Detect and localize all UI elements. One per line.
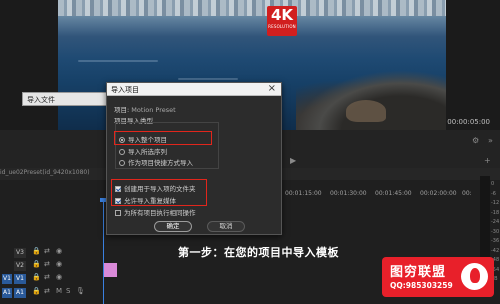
mute-icon[interactable]: M [56,287,62,295]
track-id[interactable]: A1 [14,288,26,298]
check-apply-to-all[interactable]: 为所有项目执行相同操作 [115,207,196,217]
rocks [346,100,386,122]
wave [178,78,238,80]
option-label: 作为项目快捷方式导入 [128,159,193,167]
premiere-workspace: 4K RESOLUTION 00:00:05:00 ⚙ » ▶ + id_ue0… [0,0,500,304]
project-row: 项目: Motion Preset [114,104,176,114]
badge-sub-text: RESOLUTION [268,24,296,29]
check-label: 为所有项目执行相同操作 [124,209,196,217]
watermark-qq: QQ:985303259 [390,281,453,290]
flame-logo-icon [461,263,488,290]
meter-tick: -12 [491,200,500,206]
sync-icon[interactable]: ⇄ [44,287,50,295]
track-v1[interactable]: V1 V1 🔒 ⇄ ◉ [0,272,100,285]
import-project-dialog: 导入项目 × 项目: Motion Preset 项目导入类型 导入整个项目 导… [106,82,282,235]
ruler-tick: 00:01:15:00 [285,190,322,197]
radio-icon[interactable] [119,149,125,155]
radio-icon[interactable] [119,160,125,166]
meter-tick: -42 [491,247,500,254]
ruler-tick: 00:01:30:00 [330,190,367,197]
wrench-icon[interactable]: ⚙ [472,136,479,145]
option-import-as-shortcut[interactable]: 作为项目快捷方式导入 [119,157,193,167]
highlight-box-import-option [114,131,212,145]
wave [78,60,158,62]
meter-tick: -6 [491,190,496,197]
watermark-name: 图穷联盟 [390,265,447,280]
checkbox-icon[interactable] [115,210,121,216]
meter-tick: -36 [491,238,500,244]
track-id[interactable]: V1 [14,274,26,284]
program-timecode: 00:00:05:00 [447,118,490,126]
track-v3[interactable]: V3 🔒 ⇄ ◉ [0,246,100,259]
track-target[interactable] [2,248,12,258]
background-dialog-title: 导入文件 [27,96,55,104]
sync-icon[interactable]: ⇄ [44,273,50,281]
cancel-button[interactable]: 取消 [207,221,245,232]
watermark: 图穷联盟 QQ:985303259 [382,257,494,297]
eye-icon[interactable]: ◉ [56,260,62,268]
expand-icon[interactable]: » [488,136,493,145]
option-import-selected-sequences[interactable]: 导入所选序列 [119,146,167,156]
left-panel [0,0,58,130]
ruler-tick: 00: [462,190,472,197]
project-value: Motion Preset [131,106,176,114]
meter-tick: -24 [491,219,500,225]
sequence-name[interactable]: id_ue02Preset(id_9420x1080) [0,169,90,176]
meter-tick: -18 [491,209,500,216]
city-skyline [58,0,446,16]
track-target[interactable] [2,261,12,271]
close-icon[interactable]: × [268,83,276,95]
dialog-titlebar[interactable]: 导入项目 × [107,83,281,96]
project-label: 项目: [114,106,130,114]
tutorial-caption: 第一步：在您的项目中导入模板 [178,246,339,259]
track-id[interactable]: V2 [14,261,26,271]
track-v2[interactable]: V2 🔒 ⇄ ◉ [0,259,100,272]
ruler-tick: 00:02:00:00 [420,190,457,197]
highlight-box-checkboxes [111,179,207,206]
badge-main-text: 4K [270,6,294,24]
play-icon[interactable]: ▶ [290,156,296,165]
right-panel [446,0,500,130]
lock-icon[interactable]: 🔒 [32,260,41,268]
sync-icon[interactable]: ⇄ [44,260,50,268]
solo-icon[interactable]: S [66,287,70,295]
lock-icon[interactable]: 🔒 [32,273,41,281]
track-target[interactable]: A1 [2,288,12,298]
dialog-title: 导入项目 [111,86,139,94]
lock-icon[interactable]: 🔒 [32,247,41,255]
sync-icon[interactable]: ⇄ [44,247,50,255]
4k-badge: 4K RESOLUTION [267,6,297,36]
option-label: 导入所选序列 [128,148,167,156]
mic-icon[interactable]: 🎙 [76,287,85,295]
lock-icon[interactable]: 🔒 [32,287,41,295]
track-target[interactable]: V1 [2,274,12,284]
meter-tick: -30 [491,228,500,235]
import-file-dialog-behind: 导入文件 [22,92,112,106]
plus-icon[interactable]: + [484,156,491,165]
meter-tick: 0 [491,181,495,187]
eye-icon[interactable]: ◉ [56,247,62,255]
track-a1[interactable]: A1 A1 🔒 ⇄ M S 🎙 [0,286,100,299]
eye-icon[interactable]: ◉ [56,273,62,281]
track-id[interactable]: V3 [14,248,26,258]
pink-clip[interactable] [103,263,117,277]
ok-button[interactable]: 确定 [154,221,192,232]
playhead-line[interactable] [103,200,104,304]
ruler-tick: 00:01:45:00 [375,190,412,197]
